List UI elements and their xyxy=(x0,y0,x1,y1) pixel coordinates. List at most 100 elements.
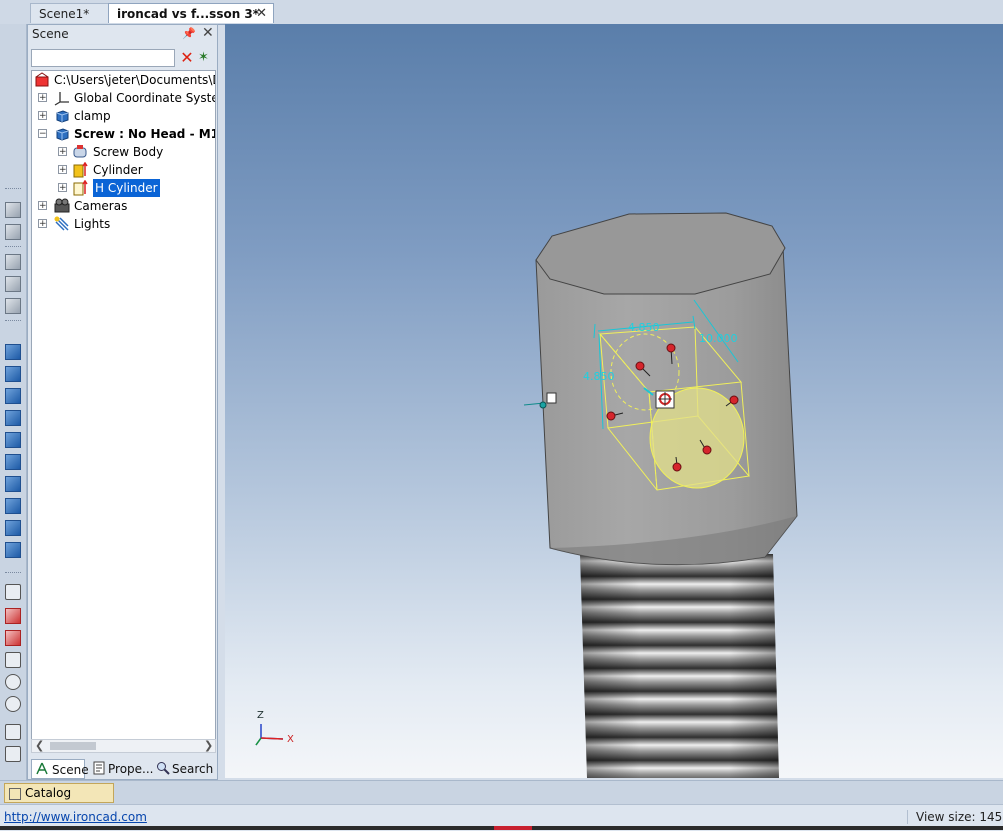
scroll-thumb[interactable] xyxy=(50,742,96,750)
block-icon[interactable] xyxy=(5,542,21,558)
light-icon xyxy=(54,216,69,231)
expand-icon[interactable]: + xyxy=(58,183,67,193)
circle-tool-icon[interactable] xyxy=(5,674,21,690)
scene-file-icon xyxy=(35,72,49,87)
shape-tool-icon[interactable] xyxy=(5,202,21,218)
properties-icon xyxy=(93,761,105,775)
collapse-icon[interactable]: − xyxy=(38,129,47,139)
tab-search[interactable]: Search xyxy=(154,759,232,779)
tree-item-label: clamp xyxy=(74,109,111,123)
screw-head[interactable] xyxy=(535,212,798,566)
tree-item-cylinder[interactable]: + Cylinder xyxy=(32,161,215,179)
part-icon xyxy=(56,110,69,123)
document-tab-bar: Scene1* ironcad vs f...sson 3* ✕ xyxy=(0,0,1003,25)
tree-item-global-coordinate-system[interactable]: + Global Coordinate System xyxy=(32,89,216,107)
pin-icon[interactable]: 📌 xyxy=(182,27,196,40)
tree-options-icon[interactable]: ✶ xyxy=(198,50,214,66)
scroll-right-icon[interactable]: ❯ xyxy=(204,739,213,752)
3d-viewport[interactable]: 4.850 10.000 4.850 Z X xyxy=(225,24,1003,778)
website-link[interactable]: http://www.ironcad.com xyxy=(4,810,147,824)
axis-icon xyxy=(54,92,69,106)
tree-item-root[interactable]: C:\Users\jeter\Documents\Dat xyxy=(34,71,215,89)
shape-tool-icon[interactable] xyxy=(5,254,21,270)
close-icon[interactable]: ✕ xyxy=(202,25,214,41)
expand-icon[interactable]: + xyxy=(38,111,47,121)
tree-item-label: Screw Body xyxy=(93,145,164,159)
expand-icon[interactable]: + xyxy=(58,147,67,157)
expand-icon[interactable]: + xyxy=(38,201,47,211)
expand-icon[interactable]: + xyxy=(38,219,47,229)
toolbar-grip[interactable] xyxy=(5,320,21,324)
expand-icon[interactable]: + xyxy=(58,165,67,175)
measure-icon[interactable] xyxy=(5,584,21,600)
toolbar-grip[interactable] xyxy=(5,246,21,250)
dimension-width-label[interactable]: 4.850 xyxy=(628,321,660,334)
close-tab-icon[interactable]: ✕ xyxy=(256,4,267,24)
axis-z-label: Z xyxy=(257,710,264,721)
scroll-left-icon[interactable]: ❮ xyxy=(35,739,44,752)
view-tool-icon[interactable] xyxy=(5,630,21,646)
block-icon[interactable] xyxy=(5,498,21,514)
tree-item-screw-body[interactable]: + Screw Body xyxy=(32,143,215,161)
block-icon[interactable] xyxy=(5,366,21,382)
tab-scene1[interactable]: Scene1* xyxy=(30,3,112,23)
tree-item-clamp[interactable]: + clamp xyxy=(32,107,215,125)
tab-label: Prope... xyxy=(108,762,154,776)
shape-tool-icon[interactable] xyxy=(5,298,21,314)
panel-title: Scene xyxy=(32,27,69,41)
block-icon[interactable] xyxy=(5,476,21,492)
dimension-height-label[interactable]: 4.850 xyxy=(583,370,615,383)
tree-item-label: Cylinder xyxy=(93,163,143,177)
tree-item-lights[interactable]: + Lights xyxy=(32,215,215,233)
block-icon[interactable] xyxy=(5,410,21,426)
text-tool-icon[interactable] xyxy=(5,724,21,740)
cylinder-icon xyxy=(73,162,88,178)
no-icon[interactable] xyxy=(5,696,21,712)
screw-body-icon xyxy=(73,145,87,158)
block-icon[interactable] xyxy=(5,344,21,360)
taskbar-accent xyxy=(494,826,532,830)
scene-tree-icon xyxy=(36,762,48,775)
view-tool-icon[interactable] xyxy=(5,608,21,624)
tab-label: Search xyxy=(172,762,214,776)
block-icon[interactable] xyxy=(5,388,21,404)
tree-item-label: Global Coordinate System xyxy=(74,91,216,105)
tree-item-label: Screw : No Head - M10.0 xyxy=(74,127,215,141)
tree-item-label: Cameras xyxy=(74,199,128,213)
tree-item-screw[interactable]: − Screw : No Head - M10.0 xyxy=(32,125,215,143)
shape-tool-icon[interactable] xyxy=(5,276,21,292)
horizontal-scrollbar[interactable]: ❮ ❯ xyxy=(31,739,216,753)
axis-x-label: X xyxy=(287,734,294,745)
axis-triad-icon xyxy=(255,724,284,746)
tree-item-label: H Cylinder xyxy=(93,179,160,197)
toolbar-grip[interactable] xyxy=(5,572,21,576)
tree-item-cameras[interactable]: + Cameras xyxy=(32,197,215,215)
block-icon[interactable] xyxy=(5,520,21,536)
tab-ironcad-vs[interactable]: ironcad vs f...sson 3* ✕ xyxy=(108,3,274,23)
angle-icon[interactable] xyxy=(5,652,21,668)
shape-tool-icon[interactable] xyxy=(5,224,21,240)
dimension-depth-label[interactable]: 10.000 xyxy=(699,332,738,345)
screw-thread[interactable] xyxy=(580,554,779,778)
catalog-browser-button[interactable]: Catalog Browser xyxy=(4,783,114,818)
viewport-scene: 4.850 10.000 4.850 Z X xyxy=(255,212,798,778)
toolbar-grip[interactable] xyxy=(5,188,21,192)
block-icon[interactable] xyxy=(5,454,21,470)
expand-icon[interactable]: + xyxy=(38,93,47,103)
ruler-icon[interactable] xyxy=(5,746,21,762)
camera-icon xyxy=(54,198,70,213)
block-icon[interactable] xyxy=(5,432,21,448)
search-icon xyxy=(157,762,170,775)
scene-tree: C:\Users\jeter\Documents\Dat + Global Co… xyxy=(31,70,216,740)
catalog-icon xyxy=(9,788,21,800)
view-size-readout: View size: 1455 x xyxy=(907,810,1003,824)
part-icon xyxy=(56,128,69,141)
filter-input[interactable] xyxy=(31,49,175,67)
scene-panel: Scene 📌 ✕ ✕ ✶ C:\Users\jeter\Documents\D… xyxy=(27,24,218,780)
tab-label: ironcad vs f...sson 3* xyxy=(117,7,260,21)
clear-filter-icon[interactable]: ✕ xyxy=(179,50,195,66)
tree-item-h-cylinder[interactable]: + H Cylinder xyxy=(32,179,215,197)
tab-scene[interactable]: Scene xyxy=(31,759,89,779)
catalog-bar: Catalog Browser xyxy=(0,780,1003,818)
tree-item-label: Lights xyxy=(74,217,111,231)
